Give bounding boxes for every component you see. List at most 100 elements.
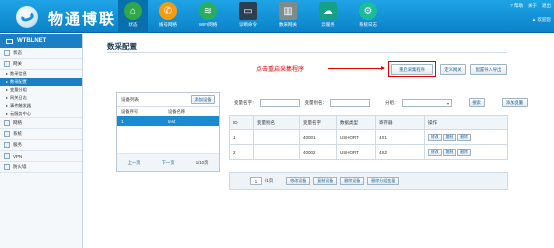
sidebar-group-label: 防火墙 [13, 164, 27, 169]
delete-group-vars-button[interactable]: 删除分组变量 [367, 177, 400, 185]
sidebar-item-label: 数采信息 [10, 71, 27, 76]
delete-device-button[interactable]: 删除设备 [340, 177, 365, 185]
brand-logo-icon [16, 6, 38, 28]
sidebar-group-label: 网关 [13, 61, 22, 66]
sidebar-group-network[interactable]: 网络 [0, 118, 82, 129]
device-index: 1 [121, 118, 124, 124]
sidebar-group-vpn[interactable]: VPN [0, 151, 82, 162]
copy-button[interactable]: 复制 [442, 148, 457, 156]
sidebar-item-collect-info[interactable]: 数采信息 [0, 70, 82, 78]
sidebar: WTBLNET 状态 网关 数采信息 数采配置 变量分组 网关日志 事件触发器 … [0, 34, 83, 248]
folder-icon [4, 142, 10, 148]
var-alias-label: 变量别名： [304, 99, 328, 105]
logout-link[interactable]: 退出 [542, 3, 551, 9]
top-header: 物通博联 ⌂ 状态 ✆ 拨号网络 ≋ WIFI网络 ▭ 诊断命令 ▥ 数采网关 … [0, 0, 554, 33]
caret-right-icon [6, 97, 8, 99]
sidebar-item-collect-config[interactable]: 数采配置 [0, 78, 82, 86]
cell-register: 4X1 [375, 129, 425, 145]
device-name: test [168, 118, 176, 124]
device-list-title: 设备列表 [121, 96, 139, 102]
device-pager: 上一页 下一页 1/10页 [117, 153, 219, 171]
nav-status[interactable]: ⌂ 状态 [118, 0, 148, 33]
nav-wifi[interactable]: ≋ WIFI网络 [188, 0, 228, 33]
folder-icon [4, 50, 10, 56]
sidebar-group-label: 系统 [13, 131, 22, 136]
cell-type: USHORT [336, 129, 376, 145]
nav-syslog[interactable]: ⚙ 系统日志 [348, 0, 388, 33]
delete-button[interactable]: 删除 [457, 148, 471, 156]
search-button[interactable]: 搜索 [468, 98, 485, 107]
table-row: 1 40001 USHORT 4X1 修改 复制 删除 [229, 129, 508, 145]
col-register: 寄存器 [375, 115, 425, 130]
next-page-link[interactable]: 下一页 [162, 160, 175, 166]
wifi-icon: ≋ [199, 2, 217, 20]
var-alias-input[interactable] [330, 98, 370, 107]
sidebar-group-status[interactable]: 状态 [0, 48, 82, 59]
sidebar-title: WTBLNET [17, 38, 47, 44]
sidebar-item-event-trigger[interactable]: 事件触发器 [0, 102, 82, 110]
device-row[interactable]: 1 test [117, 116, 219, 126]
cell-name: 40002 [299, 144, 337, 160]
sidebar-group-label: VPN [13, 153, 23, 159]
var-name-input[interactable] [259, 98, 300, 107]
top-links: ? 帮助 关于 退出 [510, 3, 551, 9]
nav-label: 拨号网络 [159, 22, 177, 27]
page-suffix: /1页 [265, 178, 274, 183]
copy-button[interactable]: 复制 [442, 133, 457, 141]
sidebar-item-var-group[interactable]: 变量分组 [0, 86, 82, 94]
sidebar-group-label: 服务 [13, 142, 22, 147]
cell-register: 4X2 [375, 144, 425, 160]
nav-gateway[interactable]: ▥ 数采网关 [268, 0, 308, 33]
page-info: 1/10页 [195, 159, 209, 165]
monitor-icon [6, 38, 13, 44]
add-variable-button[interactable]: 添加变量 [501, 98, 528, 107]
edit-button[interactable]: 修改 [428, 148, 442, 156]
sidebar-item-label: 事件触发器 [10, 103, 31, 108]
group-select[interactable] [401, 98, 452, 107]
variables-table: ID 变量别名 变量名字 数据类型 寄存器 操作 1 40001 USHORT … [229, 115, 508, 160]
add-device-button[interactable]: 添加设备 [191, 95, 215, 104]
nav-cloud[interactable]: ☁ 云服务 [308, 0, 348, 33]
col-type: 数据类型 [336, 115, 376, 130]
delete-button[interactable]: 删除 [457, 133, 471, 141]
sidebar-item-gateway-log[interactable]: 网关日志 [0, 94, 82, 102]
prev-page-link[interactable]: 上一页 [128, 160, 141, 166]
divider [107, 52, 507, 53]
help-link[interactable]: ? 帮助 [510, 3, 523, 9]
cell-name: 40001 [299, 129, 337, 145]
nav-diagnostics[interactable]: ▭ 诊断命令 [228, 0, 268, 33]
copy-device-button[interactable]: 复制设备 [313, 177, 338, 185]
nav-label: 诊断命令 [239, 22, 257, 27]
log-icon: ⚙ [359, 2, 377, 20]
restart-collector-button[interactable]: 重启采集程序 [391, 64, 433, 75]
col-alias: 变量别名 [253, 115, 300, 130]
top-nav: ⌂ 状态 ✆ 拨号网络 ≋ WIFI网络 ▭ 诊断命令 ▥ 数采网关 ☁ 云服务… [118, 0, 388, 33]
page-title: 数采配置 [107, 42, 137, 51]
cell-alias [253, 129, 300, 145]
group-label: 分组： [385, 99, 399, 105]
sidebar-item-cloud-center[interactable]: 云服务中心 [0, 110, 82, 118]
about-link[interactable]: 关于 [528, 3, 537, 9]
folder-icon [4, 131, 10, 137]
edit-button[interactable]: 修改 [428, 133, 442, 141]
var-name-label: 变量名字： [234, 99, 257, 105]
page-number-input[interactable]: 1 [250, 177, 262, 185]
modify-device-button[interactable]: 修改设备 [286, 177, 311, 185]
sidebar-item-label: 变量分组 [10, 87, 27, 92]
nav-label: 云服务 [321, 22, 335, 27]
nav-dialup[interactable]: ✆ 拨号网络 [148, 0, 188, 33]
cell-id: 2 [229, 144, 254, 160]
sidebar-group-firewall[interactable]: 防火墙 [0, 162, 82, 173]
sidebar-item-label: 云服务中心 [10, 110, 31, 116]
sidebar-group-gateway[interactable]: 网关 [0, 59, 82, 70]
nav-label: 状态 [128, 22, 138, 27]
caret-right-icon [6, 89, 8, 91]
nav-label: 系统日志 [359, 22, 377, 27]
folder-icon [4, 164, 10, 170]
sidebar-group-system[interactable]: 系统 [0, 129, 82, 140]
config-import-export-button[interactable]: 配置导入导出 [470, 64, 507, 75]
define-gateway-button[interactable]: 定义网关 [440, 64, 466, 75]
sidebar-group-service[interactable]: 服务 [0, 140, 82, 151]
device-list-panel: 设备列表 添加设备 设备序号 设备名称 1 test 上一页 下一页 1/10页 [116, 92, 220, 172]
table-header-row: ID 变量别名 变量名字 数据类型 寄存器 操作 [229, 115, 508, 130]
